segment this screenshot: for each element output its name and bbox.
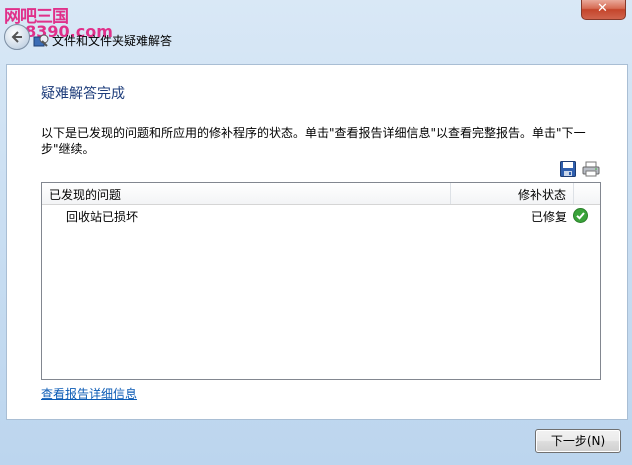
column-divider bbox=[450, 183, 451, 204]
window-frame: 网吧三国 58390.com 文件和文件夹疑难解答 ✕ 疑难解答完成 以下是已发… bbox=[0, 0, 632, 465]
window-title: 文件和文件夹疑难解答 bbox=[52, 34, 173, 48]
title-bar: 网吧三国 58390.com 文件和文件夹疑难解答 ✕ bbox=[0, 0, 632, 56]
back-button[interactable] bbox=[4, 24, 30, 50]
close-icon: ✕ bbox=[597, 1, 608, 16]
next-button[interactable]: 下一步(N) bbox=[535, 429, 621, 453]
troubleshooter-icon bbox=[33, 34, 49, 47]
save-icon[interactable] bbox=[560, 161, 576, 177]
column-divider bbox=[573, 183, 574, 204]
table-row[interactable]: 回收站已损坏 已修复 bbox=[42, 206, 600, 226]
problem-cell: 回收站已损坏 bbox=[66, 210, 139, 224]
check-circle-icon bbox=[573, 208, 588, 223]
back-arrow-icon bbox=[11, 31, 22, 43]
column-header-status[interactable]: 修补状态 bbox=[518, 186, 566, 203]
description-text: 以下是已发现的问题和所应用的修补程序的状态。单击"查看报告详细信息"以查看完整报… bbox=[41, 126, 586, 156]
close-button[interactable]: ✕ bbox=[581, 0, 626, 20]
column-header-problem[interactable]: 已发现的问题 bbox=[49, 186, 121, 203]
status-cell: 已修复 bbox=[531, 210, 568, 224]
table-header: 已发现的问题 修补状态 bbox=[42, 183, 600, 205]
content-panel: 疑难解答完成 以下是已发现的问题和所应用的修补程序的状态。单击"查看报告详细信息… bbox=[6, 64, 628, 420]
page-title: 疑难解答完成 bbox=[41, 86, 125, 102]
view-report-link[interactable]: 查看报告详细信息 bbox=[41, 385, 137, 402]
print-icon[interactable] bbox=[582, 161, 600, 177]
problems-table: 已发现的问题 修补状态 回收站已损坏 已修复 bbox=[41, 182, 601, 380]
